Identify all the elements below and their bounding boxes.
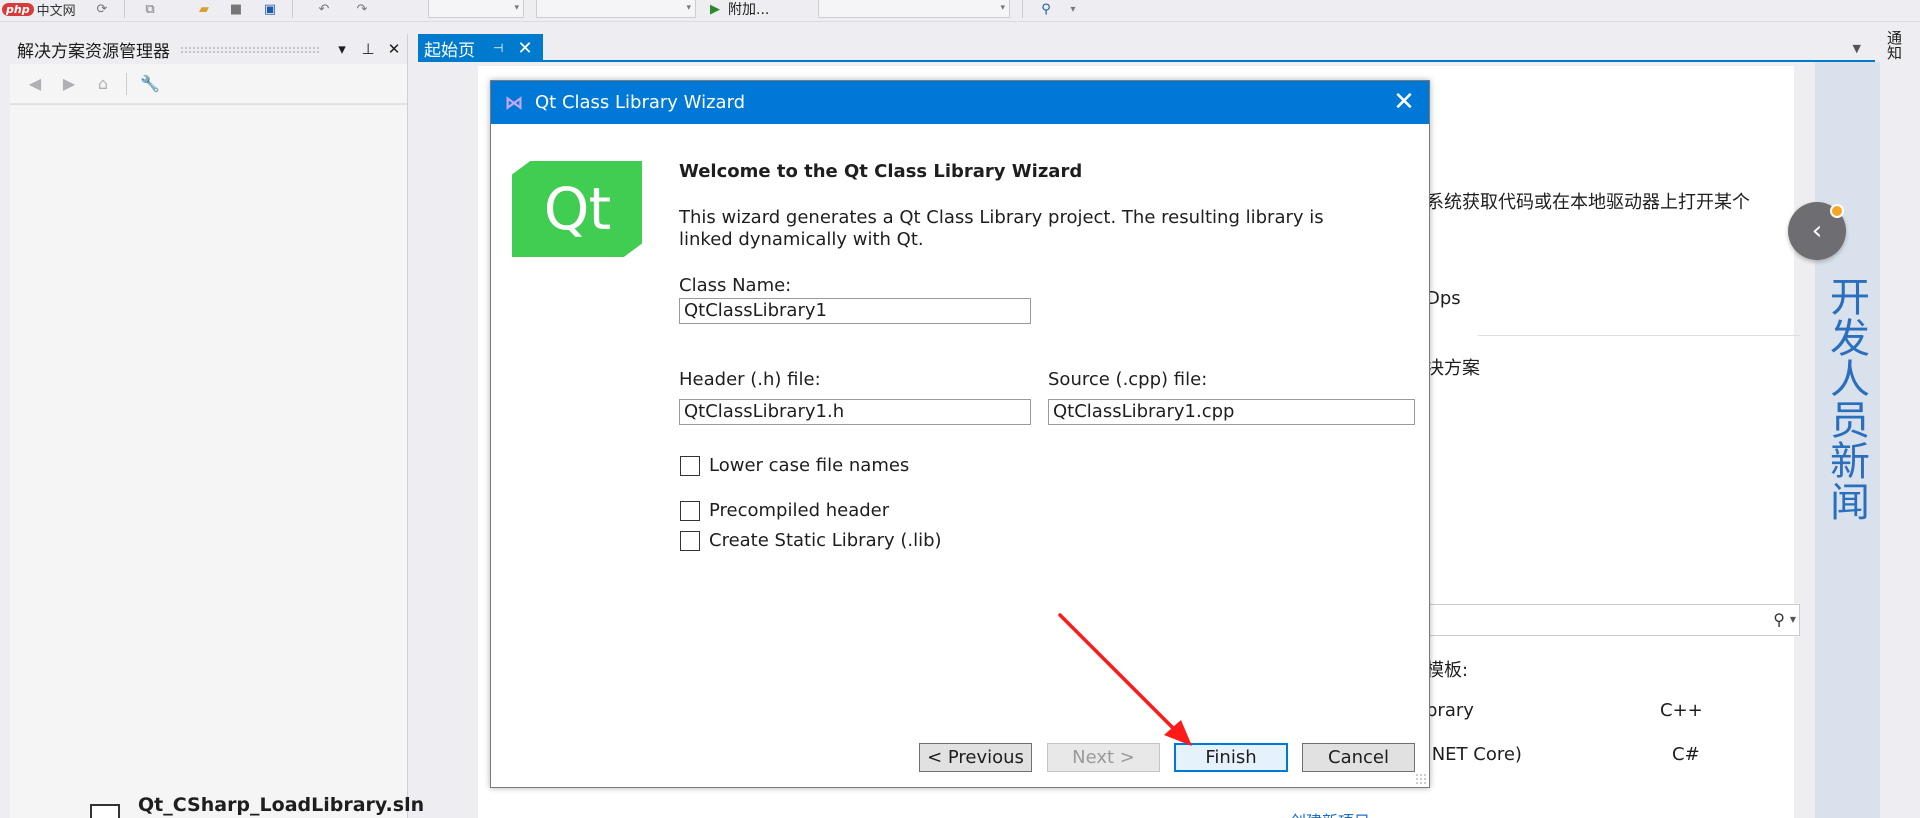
dialog-title: Qt Class Library Wizard: [535, 92, 746, 113]
solution-text: 决方案: [1426, 358, 1480, 379]
checkbox-label: Lower case file names: [709, 455, 910, 476]
toolbar-overflow-icon[interactable]: ▾: [1066, 0, 1080, 18]
template-search-input[interactable]: ⚲ ▼: [1418, 604, 1800, 636]
qt-logo: Qt: [512, 161, 642, 257]
notifications-strip: [1880, 22, 1920, 818]
class-name-field[interactable]: QtClassLibrary1: [679, 298, 1031, 324]
properties-wrench-icon[interactable]: 🔧: [139, 73, 161, 95]
qt-class-library-wizard-dialog: ⋈ Qt Class Library Wizard ✕ Qt Welcome t…: [490, 80, 1430, 788]
solution-tree[interactable]: [10, 104, 407, 818]
previous-button[interactable]: < Previous: [919, 743, 1032, 772]
tab-start-page[interactable]: 起始页 ⊣ ✕: [418, 34, 543, 62]
close-icon[interactable]: ✕: [381, 40, 407, 58]
solution-explorer-title: 解决方案资源管理器: [17, 41, 170, 62]
save-icon[interactable]: ■: [226, 0, 246, 18]
attach-button[interactable]: ▶ 附加...: [710, 0, 810, 19]
platform-combo[interactable]: ▾: [536, 0, 696, 18]
search-icon: ⚲: [1773, 610, 1785, 629]
checkbox-label: Create Static Library (.lib): [709, 530, 942, 551]
checkbox-box[interactable]: [680, 530, 700, 551]
document-tab-strip: 起始页 ⊣ ✕ ▼: [418, 34, 1875, 62]
visual-studio-icon: ⋈: [504, 91, 524, 114]
forward-icon[interactable]: ▶: [58, 73, 80, 95]
solution-explorer-header: 解决方案资源管理器 ▾ ⊥ ✕: [10, 34, 407, 64]
source-file-label: Source (.cpp) file:: [1048, 369, 1208, 390]
tab-label: 起始页: [424, 40, 475, 61]
chevron-down-icon[interactable]: ▼: [1790, 615, 1796, 624]
lower-case-checkbox[interactable]: Lower case file names: [680, 455, 909, 476]
refresh-icon[interactable]: ⟳: [92, 0, 112, 18]
header-file-label: Header (.h) file:: [679, 369, 821, 390]
toolbar-divider: [126, 72, 127, 95]
solution-explorer-toolbar: ◀ ▶ ⌂ 🔧: [10, 64, 407, 104]
home-icon[interactable]: ⌂: [92, 73, 114, 95]
cancel-button[interactable]: Cancel: [1302, 743, 1415, 772]
checkbox-label: Precompiled header: [709, 500, 890, 521]
template-language: C++: [1660, 700, 1703, 721]
panel-grip[interactable]: [180, 45, 319, 53]
checkbox-box[interactable]: [680, 455, 700, 476]
tab-close-icon[interactable]: ✕: [517, 38, 532, 59]
template-name[interactable]: brary: [1426, 700, 1474, 721]
precompiled-header-checkbox[interactable]: Precompiled header: [680, 500, 889, 521]
panel-options-dropdown[interactable]: ▾: [329, 40, 355, 58]
configuration-combo[interactable]: ▾: [428, 0, 524, 18]
main-toolbar: php 中文网 ⟳ ⧉ ▰ ■ ▣ ↶ ↷ ▾ ▾ ▶ 附加... ▾ ⚲ ▾: [0, 0, 1920, 22]
finish-button[interactable]: Finish: [1174, 743, 1288, 772]
resize-grip[interactable]: [1415, 773, 1427, 785]
redo-icon[interactable]: ↷: [350, 0, 374, 18]
devops-text: Dps: [1426, 288, 1461, 309]
checkbox-box[interactable]: [680, 500, 700, 521]
close-icon[interactable]: ✕: [1389, 87, 1419, 117]
static-library-checkbox[interactable]: Create Static Library (.lib): [680, 530, 942, 551]
wizard-description: This wizard generates a Qt Class Library…: [679, 207, 1324, 250]
next-button[interactable]: Next >: [1047, 743, 1160, 772]
pin-icon[interactable]: ⊥: [355, 40, 381, 58]
find-icon[interactable]: ⚲: [1036, 0, 1056, 18]
class-name-label: Class Name:: [679, 275, 792, 296]
tab-overflow-icon[interactable]: ▼: [1853, 42, 1861, 55]
header-file-field[interactable]: QtClassLibrary1.h: [679, 399, 1031, 425]
solution-file-icon: [90, 804, 120, 818]
attach-label: 附加...: [728, 2, 770, 18]
recent-solution-name[interactable]: Qt_CSharp_LoadLibrary.sln: [138, 794, 424, 816]
play-icon: ▶: [710, 1, 720, 17]
news-notification-dot: [1830, 204, 1844, 218]
dialog-title-bar: ⋈ Qt Class Library Wizard ✕: [491, 81, 1429, 124]
wizard-heading: Welcome to the Qt Class Library Wizard: [679, 161, 1083, 182]
templates-heading: 模板:: [1426, 660, 1469, 681]
template-name[interactable]: .NET Core): [1426, 744, 1522, 765]
back-icon[interactable]: ◀: [24, 73, 46, 95]
new-item-icon[interactable]: ⧉: [140, 0, 160, 18]
target-combo[interactable]: ▾: [818, 0, 1010, 18]
developer-news-title: 开发人员新闻: [1823, 276, 1869, 522]
brand-badge: php: [2, 2, 34, 16]
save-all-icon[interactable]: ▣: [260, 0, 280, 18]
site-watermark-logo: php 中文网: [0, 0, 88, 19]
tab-pin-icon[interactable]: ⊣: [493, 41, 503, 55]
solution-explorer-panel: 解决方案资源管理器 ▾ ⊥ ✕ ◀ ▶ ⌂ 🔧: [10, 34, 408, 818]
open-folder-icon[interactable]: ▰: [194, 0, 214, 18]
undo-icon[interactable]: ↶: [312, 0, 336, 18]
template-language: C#: [1672, 744, 1700, 765]
create-project-link[interactable]: 创建新项目...: [1290, 808, 1385, 818]
divider: [1478, 335, 1800, 336]
source-file-field[interactable]: QtClassLibrary1.cpp: [1048, 399, 1415, 425]
notifications-tab[interactable]: 通知: [1884, 30, 1905, 60]
brand-text: 中文网: [36, 3, 76, 19]
get-code-text: 系统获取代码或在本地驱动器上打开某个: [1426, 192, 1750, 213]
